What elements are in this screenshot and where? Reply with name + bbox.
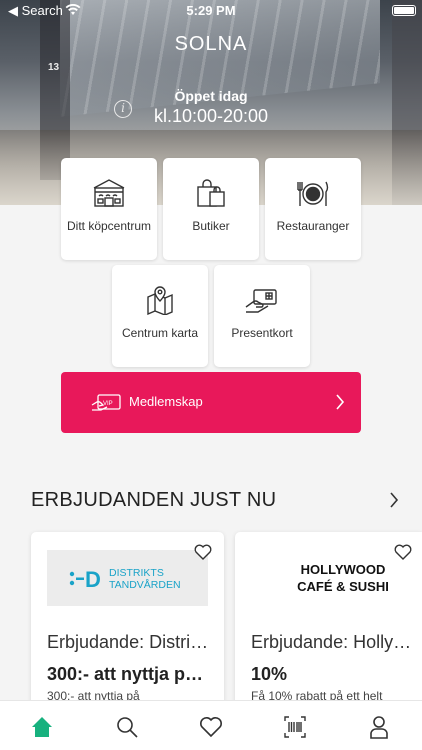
tile-centrum-karta[interactable]: Centrum karta	[112, 265, 208, 367]
offer-deal: 300:- att nyttja p…	[47, 664, 204, 684]
chevron-right-icon[interactable]	[388, 491, 400, 509]
svg-text:TANDVÅRDEN: TANDVÅRDEN	[109, 578, 181, 591]
tile-restauranger[interactable]: Restauranger	[265, 158, 361, 260]
membership-button[interactable]: VIP Medlemskap	[61, 372, 361, 433]
distrikts-tandvarden-logo: D DISTRIKTS TANDVÅRDEN	[69, 567, 181, 592]
heart-icon[interactable]	[198, 714, 224, 740]
map-pin-icon	[147, 286, 173, 315]
opening-title: Öppet idag	[174, 88, 248, 104]
mall-icon	[93, 179, 125, 207]
membership-label: Medlemskap	[129, 394, 203, 409]
svg-text:VIP: VIP	[103, 401, 113, 407]
offer-deal: 10%	[251, 664, 288, 684]
tile-label: Centrum karta	[121, 326, 199, 340]
svg-text:D: D	[85, 567, 101, 592]
svg-text:DISTRIKTS: DISTRIKTS	[109, 567, 164, 579]
profile-icon[interactable]	[366, 714, 392, 740]
favorite-heart-icon[interactable]	[194, 544, 212, 560]
offer-card[interactable]: D DISTRIKTS TANDVÅRDEN Erbjudande: Distr…	[31, 532, 224, 712]
battery-icon	[392, 5, 416, 16]
shopping-bags-icon	[197, 179, 225, 207]
opening-hours: kl.10:00-20:00	[153, 106, 269, 126]
tile-label: Restauranger	[276, 219, 350, 233]
tile-butiker[interactable]: Butiker	[163, 158, 259, 260]
tile-presentkort[interactable]: Presentkort	[214, 265, 310, 367]
favorite-heart-icon[interactable]	[394, 544, 412, 560]
tile-label: Presentkort	[231, 326, 293, 340]
svg-text:HOLLYWOOD: HOLLYWOOD	[301, 562, 386, 577]
search-icon[interactable]	[114, 714, 140, 740]
offer-logo: D DISTRIKTS TANDVÅRDEN	[47, 550, 208, 606]
chevron-right-icon	[336, 394, 345, 410]
status-bar: ◀ Search 5:29 PM	[0, 0, 422, 22]
hero-photo-sign: 13	[48, 62, 60, 73]
home-icon[interactable]	[29, 714, 55, 740]
hollywood-cafe-sushi-logo: HOLLYWOOD CAFÉ & SUSHI	[297, 562, 389, 594]
tab-bar	[0, 700, 422, 750]
gift-card-icon	[245, 289, 277, 313]
status-time: 5:29 PM	[186, 3, 236, 18]
offer-logo: HOLLYWOOD CAFÉ & SUSHI	[251, 550, 412, 606]
barcode-scanner-icon[interactable]	[282, 714, 308, 740]
tile-ditt-kopcentrum[interactable]: Ditt köpcentrum	[61, 158, 157, 260]
offer-title: Erbjudande: Holly…	[251, 632, 412, 652]
offer-title: Erbjudande: Distri…	[47, 632, 209, 652]
svg-text:CAFÉ & SUSHI: CAFÉ & SUSHI	[297, 579, 389, 594]
offers-section-title: ERBJUDANDEN JUST NU	[31, 489, 277, 511]
tile-label: Butiker	[192, 219, 230, 233]
plate-cutlery-icon	[297, 181, 329, 206]
vip-card-icon: VIP	[91, 394, 121, 411]
offer-card[interactable]: HOLLYWOOD CAFÉ & SUSHI Erbjudande: Holly…	[235, 532, 422, 712]
tile-label: Ditt köpcentrum	[66, 219, 152, 233]
center-name: SOLNA	[174, 33, 248, 55]
